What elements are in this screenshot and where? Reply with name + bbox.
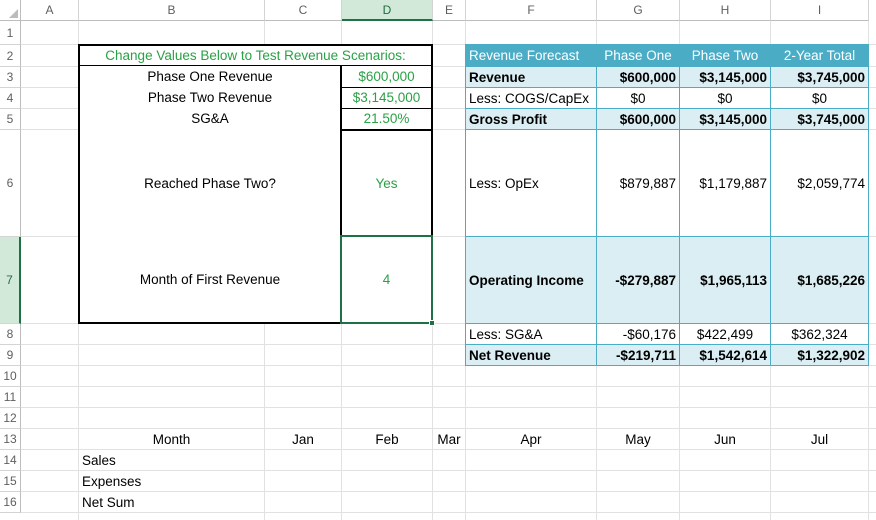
phase-one-revenue-label: Phase One Revenue bbox=[147, 69, 273, 84]
column-header-h[interactable]: H bbox=[680, 0, 771, 21]
row-header-8[interactable]: 8 bbox=[0, 324, 21, 345]
row-header-10[interactable]: 10 bbox=[0, 366, 21, 387]
reached-phase-two-input[interactable]: Yes bbox=[342, 131, 431, 235]
reached-phase-two-label: Reached Phase Two? bbox=[144, 175, 276, 191]
month-header-label: Month bbox=[152, 431, 191, 447]
row-header-9[interactable]: 9 bbox=[0, 345, 21, 366]
phase-two-revenue-input[interactable]: $3,145,000 bbox=[342, 87, 431, 108]
column-header-b[interactable]: B bbox=[79, 0, 265, 21]
month-jan: Jan bbox=[292, 431, 314, 447]
row-header-15[interactable]: 15 bbox=[0, 471, 21, 492]
forecast-header-phase-one: Phase One bbox=[604, 48, 672, 63]
forecast-cell: $362,324 bbox=[791, 326, 848, 342]
forecast-cell: $1,542,614 bbox=[699, 347, 767, 363]
forecast-cell: $3,145,000 bbox=[699, 111, 767, 127]
forecast-cell: $3,145,000 bbox=[699, 69, 767, 85]
spreadsheet-grid[interactable]: A B C D E F G H I 1 2 3 4 5 6 7 8 9 10 1… bbox=[0, 0, 876, 520]
forecast-cell: $422,499 bbox=[696, 326, 754, 342]
sales-row-label: Sales bbox=[82, 452, 116, 468]
forecast-row-label: Less: COGS/CapEx bbox=[469, 90, 590, 106]
forecast-row-label: Less: OpEx bbox=[469, 175, 539, 191]
column-header-g[interactable]: G bbox=[597, 0, 680, 21]
column-header-a[interactable]: A bbox=[21, 0, 79, 21]
forecast-cell: $3,745,000 bbox=[797, 111, 865, 127]
forecast-cell: $0 bbox=[717, 90, 733, 106]
row-header-12[interactable]: 12 bbox=[0, 408, 21, 429]
column-header-e[interactable]: E bbox=[433, 0, 466, 21]
phase-one-revenue-input[interactable]: $600,000 bbox=[342, 66, 431, 87]
forecast-row-label: Operating Income bbox=[469, 272, 584, 288]
row-header-4[interactable]: 4 bbox=[0, 88, 21, 109]
row-header-14[interactable]: 14 bbox=[0, 450, 21, 471]
month-apr: Apr bbox=[520, 431, 542, 447]
forecast-cell: $0 bbox=[630, 90, 646, 106]
forecast-row-label: Revenue bbox=[469, 69, 526, 85]
forecast-cell: $1,685,226 bbox=[797, 272, 865, 288]
forecast-cell: -$60,176 bbox=[622, 326, 676, 342]
forecast-row-label: Net Revenue bbox=[469, 347, 551, 363]
phase-two-revenue-label: Phase Two Revenue bbox=[147, 90, 273, 105]
column-header-d[interactable]: D bbox=[342, 0, 433, 21]
forecast-cell: $600,000 bbox=[619, 69, 676, 85]
forecast-cell: $600,000 bbox=[619, 111, 676, 127]
row-header-6[interactable]: 6 bbox=[0, 130, 21, 237]
row-header-1[interactable]: 1 bbox=[0, 21, 21, 45]
fill-handle[interactable] bbox=[429, 320, 435, 326]
forecast-cell: $1,965,113 bbox=[700, 272, 767, 288]
row-header-16[interactable]: 16 bbox=[0, 492, 21, 513]
forecast-cell: $0 bbox=[811, 90, 828, 106]
forecast-header-label: Revenue Forecast bbox=[469, 48, 580, 63]
row-header-7[interactable]: 7 bbox=[0, 237, 21, 324]
forecast-header-total: 2-Year Total bbox=[783, 48, 856, 63]
column-header-f[interactable]: F bbox=[466, 0, 597, 21]
month-jul: Jul bbox=[810, 431, 829, 447]
row-header-5[interactable]: 5 bbox=[0, 109, 21, 130]
column-header-i[interactable]: I bbox=[771, 0, 869, 21]
select-all-corner[interactable] bbox=[0, 0, 21, 21]
sga-input[interactable]: 21.50% bbox=[342, 108, 431, 129]
month-mar: Mar bbox=[437, 431, 461, 447]
month-may: May bbox=[625, 431, 651, 447]
forecast-cell: -$219,711 bbox=[615, 347, 676, 363]
forecast-cell: $3,745,000 bbox=[797, 69, 865, 85]
row-header-3[interactable]: 3 bbox=[0, 67, 21, 88]
row-header-2[interactable]: 2 bbox=[0, 45, 21, 67]
column-header-c[interactable]: C bbox=[265, 0, 342, 21]
scenario-header: Change Values Below to Test Revenue Scen… bbox=[105, 47, 406, 63]
row-header-13[interactable]: 13 bbox=[0, 429, 21, 450]
forecast-cell: $879,887 bbox=[619, 175, 676, 191]
forecast-header-phase-two: Phase Two bbox=[691, 48, 759, 63]
forecast-cell: $2,059,774 bbox=[797, 175, 865, 191]
month-first-revenue-label: Month of First Revenue bbox=[139, 272, 281, 287]
sga-label: SG&A bbox=[191, 111, 229, 126]
active-cell-selection[interactable] bbox=[340, 235, 433, 324]
row-header-11[interactable]: 11 bbox=[0, 387, 21, 408]
month-feb: Feb bbox=[375, 431, 399, 447]
forecast-row-label: Less: SG&A bbox=[469, 326, 543, 342]
month-jun: Jun bbox=[714, 431, 736, 447]
forecast-cell: $1,322,902 bbox=[797, 347, 865, 363]
net-sum-row-label: Net Sum bbox=[82, 494, 135, 510]
forecast-cell: $1,179,887 bbox=[699, 175, 767, 191]
expenses-row-label: Expenses bbox=[82, 473, 142, 489]
forecast-row-label: Gross Profit bbox=[469, 111, 548, 127]
forecast-cell: -$279,887 bbox=[615, 272, 676, 288]
